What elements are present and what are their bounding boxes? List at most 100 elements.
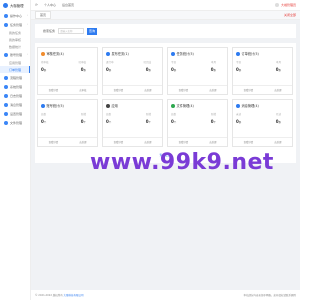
flow-icon xyxy=(4,75,8,80)
stat-label: 待审核 xyxy=(41,61,49,64)
card-header: 订单统计(5) xyxy=(236,51,289,56)
stat-label: 总数 xyxy=(106,113,112,116)
stat-unit: 条 xyxy=(83,69,86,72)
card-detail-link[interactable]: 查看详情 xyxy=(244,140,254,144)
stat-unit: 个 xyxy=(43,121,47,124)
card-header: 审核任务(4) xyxy=(41,51,94,56)
card-detail-link[interactable]: 查看详情 xyxy=(244,88,254,92)
stat-unit: 条 xyxy=(238,121,242,124)
sidebar-item-2[interactable]: 我的任务 xyxy=(0,29,30,36)
sidebar-item-6[interactable]: 应用管理 xyxy=(0,59,30,66)
sidebar-item-7[interactable]: 订单管理 xyxy=(0,66,30,73)
refresh-icon[interactable]: ⟳ xyxy=(35,3,38,7)
stat-label: 已读 xyxy=(275,113,281,116)
card-stat-values: 0个 0个 xyxy=(106,119,159,124)
card-icon xyxy=(171,51,175,56)
card-detail-link[interactable]: 查看详情 xyxy=(49,140,59,144)
stat-label: 总数 xyxy=(171,113,177,116)
card-action-link[interactable]: 去处理 xyxy=(209,88,216,92)
avatar xyxy=(274,3,279,7)
stat-label: 已完成 xyxy=(143,61,151,64)
card-footer: 查看详情 去处理 xyxy=(233,137,292,146)
card-header: 文件管理(4) xyxy=(171,103,224,108)
top-link-home[interactable]: 后台首页 xyxy=(62,3,74,7)
sidebar-item-11[interactable]: 消息管理 xyxy=(0,100,30,109)
topbar: ⟳ 个人中心 后台首页 大咖管理员 xyxy=(31,0,300,11)
card-footer: 查看详情 去处理 xyxy=(103,85,162,94)
sidebar-item-1[interactable]: 任务管理 › xyxy=(0,20,30,29)
sidebar-item-4[interactable]: 数据统计 xyxy=(0,43,30,50)
card-stat-values: 0条 0条 xyxy=(41,67,94,72)
summary-card: 账号统计(5) 总数 新增 0个 0个 查看详情 去处理 xyxy=(37,99,98,147)
card-stat-values: 0条 0条 xyxy=(171,67,224,72)
card-stat-values: 0条 0条 xyxy=(236,67,289,72)
card-detail-link[interactable]: 查看详情 xyxy=(49,88,59,92)
stat-unit: 条 xyxy=(43,69,47,72)
card-header: 任务统计(5) xyxy=(171,51,224,56)
card-stat-values: 0条 0条 xyxy=(106,67,159,72)
card-icon xyxy=(41,51,45,56)
card-title: 消息管理(4) xyxy=(241,104,259,108)
card-icon xyxy=(236,51,240,56)
card-stat-values: 0个 0个 xyxy=(41,119,94,124)
card-icon xyxy=(106,51,110,56)
stat-label: 已审核 xyxy=(78,61,86,64)
card-action-link[interactable]: 去审核 xyxy=(79,88,86,92)
summary-card: 文件管理(4) 总数 新增 0个 0个 查看详情 去处理 xyxy=(167,99,228,147)
sidebar-item-8[interactable]: 流程管理 xyxy=(0,73,30,82)
card-stat-labels: 进行中 已完成 xyxy=(106,60,159,64)
chevron-icon: › xyxy=(27,14,28,17)
sidebar-item-9[interactable]: 系统管理 xyxy=(0,82,30,91)
card-action-link[interactable]: 去处理 xyxy=(79,140,86,144)
sidebar-item-3[interactable]: 我的审核 xyxy=(0,36,30,43)
sidebar-item-13[interactable]: 文件管理 xyxy=(0,118,30,127)
card-action-link[interactable]: 去处理 xyxy=(209,140,216,144)
logo: 大咖管理 xyxy=(0,0,30,11)
file-icon xyxy=(4,120,8,125)
stat-unit: 条 xyxy=(173,69,177,72)
footer-link[interactable]: 大咖科技有限公司 xyxy=(64,293,84,297)
card-stat-labels: 总数 新增 xyxy=(106,112,159,116)
card-icon xyxy=(106,103,110,108)
card-detail-link[interactable]: 查看详情 xyxy=(179,88,189,92)
card-action-link[interactable]: 去处理 xyxy=(274,140,281,144)
user-menu[interactable]: 大咖管理员 xyxy=(274,3,296,7)
card-stat-labels: 未读 已读 xyxy=(236,112,289,116)
stat-label: 新增 xyxy=(210,113,216,116)
stat-label: 进行中 xyxy=(106,61,114,64)
card-detail-link[interactable]: 查看详情 xyxy=(114,140,124,144)
sidebar-item-5[interactable]: 账号管理 › xyxy=(0,50,30,59)
card-title: 账号统计(5) xyxy=(46,104,64,108)
sidebar-item-12[interactable]: 设置管理 xyxy=(0,109,30,118)
summary-card: 任务统计(5) 今日 本月 0条 0条 查看详情 去处理 xyxy=(167,47,228,95)
search-input[interactable]: 请输入名称 xyxy=(58,28,85,34)
card-action-link[interactable]: 去处理 xyxy=(274,88,281,92)
card-icon xyxy=(171,103,175,108)
footer-note: 本站部分内容来源于网络，如有侵权请联系删除 xyxy=(243,294,296,297)
search-button[interactable]: 查询 xyxy=(87,27,98,35)
top-link-profile[interactable]: 个人中心 xyxy=(44,3,56,7)
card-detail-link[interactable]: 查看详情 xyxy=(114,88,124,92)
sidebar-item-10[interactable]: 日志管理 xyxy=(0,91,30,100)
stat-label: 新增 xyxy=(145,113,151,116)
sidebar: 大咖管理 操作中心 › 任务管理 › 我的任务 我的审核 数据统计 账号管理 › 应用… xyxy=(0,0,31,300)
card-action-link[interactable]: 去处理 xyxy=(144,88,151,92)
stat-unit: 条 xyxy=(148,69,151,72)
stat-label: 新增 xyxy=(80,113,86,116)
card-icon xyxy=(41,103,45,108)
footer: © 2021-2022 版权所有 大咖科技有限公司 本站部分内容来源于网络，如有… xyxy=(31,290,300,300)
card-detail-link[interactable]: 查看详情 xyxy=(179,140,189,144)
summary-card: 审核任务(4) 待审核 已审核 0条 0条 查看详情 去审核 xyxy=(37,47,98,95)
sidebar-item-0[interactable]: 操作中心 › xyxy=(0,11,30,20)
card-footer: 查看详情 去处理 xyxy=(103,137,162,146)
close-all-tabs-button[interactable]: 关闭全部 xyxy=(284,13,296,17)
card-action-link[interactable]: 去处理 xyxy=(144,140,151,144)
card-header: 账号统计(5) xyxy=(41,103,94,108)
card-stat-labels: 今日 本月 xyxy=(171,60,224,64)
stat-unit: 个 xyxy=(173,121,177,124)
card-title: 文件管理(4) xyxy=(176,104,194,108)
watermark: www.99k9.net xyxy=(90,150,274,175)
user-name: 大咖管理员 xyxy=(280,3,296,7)
tab-home[interactable]: 首页 xyxy=(35,11,52,19)
stat-unit: 条 xyxy=(213,69,216,72)
